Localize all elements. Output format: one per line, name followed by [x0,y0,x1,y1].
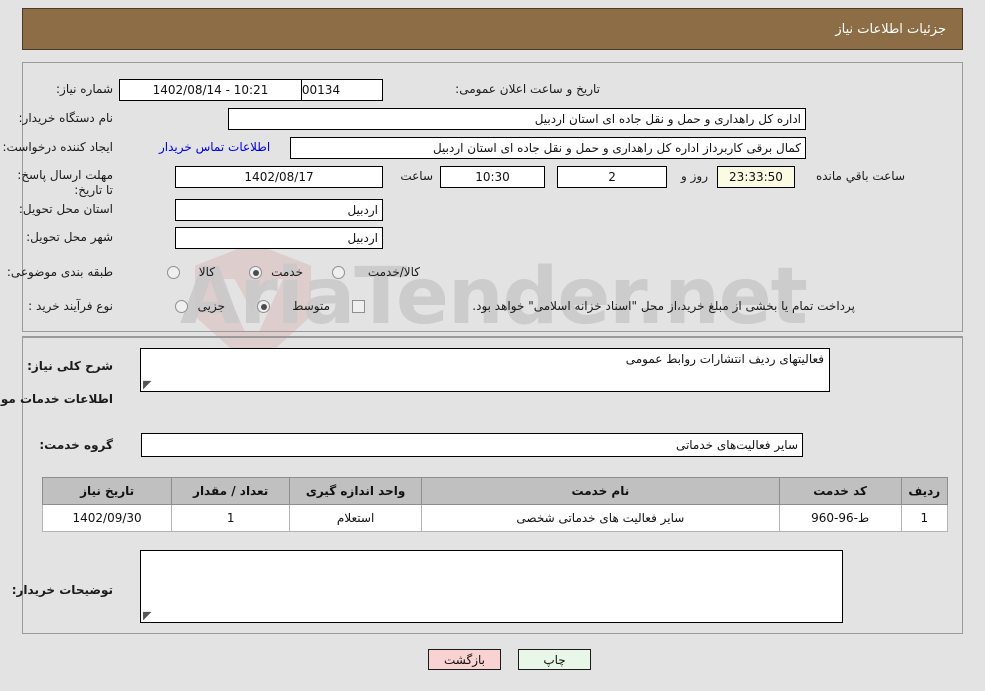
cell-row: 1 [900,504,949,532]
resize-handle-icon[interactable]: ◥ [143,378,153,391]
buyer-org-value: اداره کل راهداری و حمل و نقل جاده ای است… [228,108,806,130]
classification-option-kala-khedmat: کالا/خدمت [367,265,420,279]
treasury-bonds-text: پرداخت تمام یا بخشی از مبلغ خرید،از محل … [472,299,855,313]
classification-option-khedmat: خدمت [271,265,303,279]
need-number-label: شماره نیاز: [56,82,113,96]
page-title: جزئیات اطلاعات نیاز [835,21,946,37]
buyer-notes-textarea[interactable]: ◥ [140,550,843,623]
general-desc-value: فعالیتهای ردیف انتشارات روابط عمومی [625,352,824,366]
treasury-bonds-checkbox[interactable] [352,300,365,313]
classification-radio-kala-khedmat[interactable] [332,266,345,279]
countdown-suffix-label: ساعت باقي مانده [815,169,905,183]
requester-value: کمال برقی کاربرداز اداره کل راهداری و حم… [290,137,806,159]
services-table-wrapper: ردیف کد خدمت نام خدمت واحد اندازه گیری ت… [41,477,949,532]
classification-radio-kala[interactable] [167,266,180,279]
public-announce-label: تاریخ و ساعت اعلان عمومی: [455,82,600,96]
classification-label: طبقه بندی موضوعی: [6,265,113,279]
services-table: ردیف کد خدمت نام خدمت واحد اندازه گیری ت… [41,477,949,532]
countdown-value: 23:33:50 [717,166,795,188]
table-header-row: ردیف کد خدمت نام خدمت واحد اندازه گیری ت… [41,477,949,505]
days-unit-label: روز و [681,169,708,183]
purchase-type-option-jozi: جزیی [197,299,225,313]
general-desc-label: شرح کلی نیاز: [27,359,113,373]
requester-label: ایجاد کننده درخواست: [2,140,113,154]
col-header-date: تاریخ نیاز [41,477,173,505]
col-header-name: نام خدمت [421,477,780,505]
purchase-type-radio-jozi[interactable] [175,300,188,313]
city-value: اردبیل [175,227,383,249]
print-button[interactable]: چاپ [518,649,591,670]
purchase-type-option-motavaset: متوسط [292,299,330,313]
cell-name: سایر فعالیت های خدماتی شخصی [421,504,780,532]
service-group-value: سایر فعالیت‌های خدماتی [141,433,803,457]
province-label: استان محل تحویل: [18,202,113,216]
purchase-type-label: نوع فرآیند خرید : [28,299,113,313]
classification-radio-khedmat[interactable] [249,266,262,279]
cell-unit: استعلام [289,504,423,532]
classification-option-kala: کالا [198,265,215,279]
buyer-org-label: نام دستگاه خریدار: [18,111,114,125]
hour-label: ساعت [400,169,433,183]
page-header: جزئیات اطلاعات نیاز [22,8,963,50]
cell-date: 1402/09/30 [41,504,173,532]
service-group-label: گروه خدمت: [39,438,113,452]
buyer-notes-label: توضیحات خریدار: [11,583,113,597]
public-announce-value: 10:21 - 1402/08/14 [119,79,302,101]
purchase-type-radio-motavaset[interactable] [257,300,270,313]
general-desc-textarea[interactable]: فعالیتهای ردیف انتشارات روابط عمومی ◥ [140,348,830,392]
city-label: شهر محل تحویل: [26,230,113,244]
resize-handle-icon[interactable]: ◥ [143,609,153,622]
back-button[interactable]: بازگشت [428,649,501,670]
table-row: 1 ط-96-960 سایر فعالیت های خدماتی شخصی ا… [41,504,949,532]
col-header-code: کد خدمت [778,477,902,505]
province-value: اردبیل [175,199,383,221]
need-info-panel [22,62,963,332]
cell-code: ط-96-960 [778,504,902,532]
col-header-unit: واحد اندازه گیری [289,477,423,505]
col-header-row: ردیف [900,477,949,505]
deadline-label: مهلت ارسال پاسخ: تا تاریخ: [17,168,113,197]
buyer-contact-link[interactable]: اطلاعات تماس خریدار [159,140,270,154]
deadline-date-value: 1402/08/17 [175,166,383,188]
days-remaining-value: 2 [557,166,667,188]
cell-qty: 1 [171,504,291,532]
services-info-heading: اطلاعات خدمات مورد نیاز [0,392,113,406]
col-header-qty: تعداد / مقدار [171,477,291,505]
hour-value: 10:30 [440,166,545,188]
